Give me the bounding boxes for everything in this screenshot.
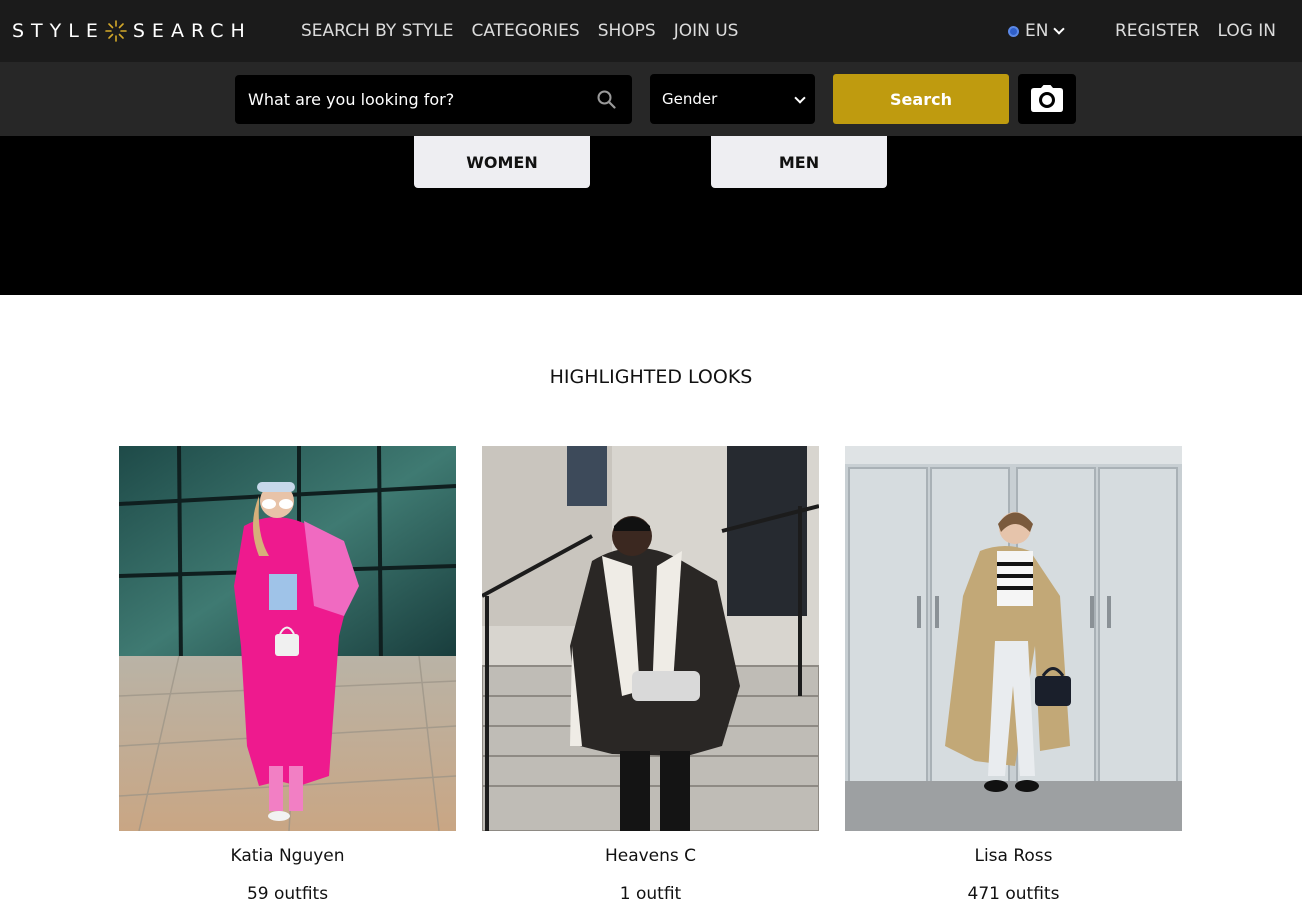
look-outfit-count: 471 outfits	[967, 884, 1060, 904]
camera-icon	[1031, 85, 1063, 112]
language-selector[interactable]: EN	[1008, 19, 1066, 43]
nav-join-us[interactable]: JOIN US	[674, 19, 739, 43]
look-author-name[interactable]: Lisa Ross	[845, 845, 1182, 867]
look-card[interactable]: Heavens C 1 outfit	[482, 446, 819, 904]
auth-links: REGISTER LOG IN	[1115, 19, 1276, 43]
main-nav: SEARCH BY STYLE CATEGORIES SHOPS JOIN US	[301, 19, 738, 43]
men-button[interactable]: MEN	[711, 136, 887, 188]
nav-categories[interactable]: CATEGORIES	[471, 19, 579, 43]
women-button[interactable]: WOMEN	[414, 136, 590, 188]
chevron-down-icon	[1053, 22, 1066, 35]
look-photo[interactable]	[845, 446, 1182, 831]
look-photo[interactable]	[482, 446, 819, 831]
look-photo[interactable]	[119, 446, 456, 831]
nav-search-by-style[interactable]: SEARCH BY STYLE	[301, 19, 453, 43]
gender-select-value: Gender	[662, 90, 718, 108]
logo-text-left: STYLE	[12, 20, 105, 42]
gender-select[interactable]: Gender	[650, 74, 815, 124]
register-link[interactable]: REGISTER	[1115, 19, 1199, 43]
look-card[interactable]: Lisa Ross 471 outfits	[845, 446, 1182, 904]
login-link[interactable]: LOG IN	[1217, 19, 1276, 43]
look-author-name[interactable]: Heavens C	[482, 845, 819, 867]
search-input[interactable]	[235, 75, 585, 124]
nav-shops[interactable]: SHOPS	[598, 19, 656, 43]
image-search-button[interactable]	[1018, 74, 1076, 124]
site-logo[interactable]: STYLE SEARCH	[12, 18, 252, 44]
search-button[interactable]: Search	[833, 74, 1009, 124]
look-outfit-count: 1 outfit	[619, 884, 682, 904]
hero-banner: WOMEN MEN	[0, 136, 1302, 295]
top-navigation-bar: STYLE SEARCH SEARCH BY STYLE CATEGORIES …	[0, 0, 1302, 62]
look-card[interactable]: Katia Nguyen 59 outfits	[119, 446, 456, 904]
sunburst-logo-icon	[103, 18, 129, 44]
logo-text-right: SEARCH	[132, 20, 252, 42]
section-title: HIGHLIGHTED LOOKS	[549, 366, 753, 388]
search-bar: Gender Search	[0, 62, 1302, 136]
search-icon[interactable]	[597, 90, 616, 109]
eu-flag-icon	[1008, 25, 1019, 37]
chevron-down-icon	[794, 92, 806, 104]
search-input-wrapper	[235, 75, 632, 124]
look-outfit-count: 59 outfits	[246, 884, 329, 904]
language-label: EN	[1025, 21, 1049, 41]
look-author-name[interactable]: Katia Nguyen	[119, 845, 456, 867]
